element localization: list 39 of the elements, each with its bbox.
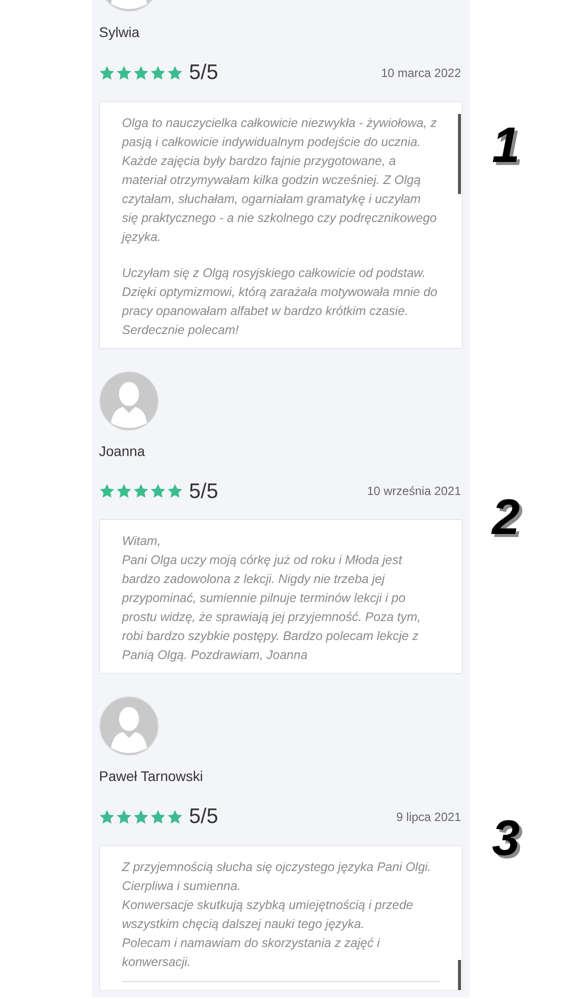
rating-score: 5/5 bbox=[189, 60, 218, 86]
scrollbar-thumb[interactable] bbox=[458, 960, 461, 990]
reviewer-name: Sylwia bbox=[99, 23, 140, 42]
star-icon bbox=[133, 483, 149, 500]
rating-score: 5/5 bbox=[189, 478, 218, 504]
star-icon bbox=[99, 64, 115, 81]
star-icon bbox=[99, 483, 115, 500]
section-number: 3 bbox=[492, 808, 520, 868]
star-icon bbox=[150, 483, 166, 500]
review-text: Pani Olga uczy moją córkę już od roku i Młoda jest bardzo zadowolona z lekcji. Nigdy nie trzeba jej przypominać, sumiennie pilnuje terminów lekcji i po prostu widzę, że sprawiają jej przyjemność. Poza tym, robi bardzo szybkie postępy. Bardzo polecam lekcje z Panią Olgą. Pozdrawiam, Joanna bbox=[122, 552, 422, 664]
star-icon bbox=[150, 808, 166, 825]
star-icon bbox=[167, 808, 183, 825]
review-date: 9 lipca 2021 bbox=[396, 808, 461, 826]
review-text: Uczyłam się z Olgą rosyjskiego całkowicie od podstaw. Dzięki optymizmowi, którą zarażała motywowała mnie do pracy opanowałam alfabet w bardzo krótkim czasie. Serdecznie polecam! bbox=[122, 264, 438, 339]
avatar-icon bbox=[99, 370, 159, 430]
section-number: 1 bbox=[492, 116, 520, 175]
review-text: Polecam i namawiam do skorzystania z zajęć i konwersacji. bbox=[122, 934, 381, 971]
review-date: 10 września 2021 bbox=[366, 483, 461, 500]
star-icon bbox=[116, 483, 132, 500]
avatar-icon bbox=[99, 696, 159, 756]
rating-score: 5/5 bbox=[189, 804, 218, 830]
star-icon bbox=[133, 808, 149, 825]
review-date: 10 marca 2022 bbox=[380, 64, 461, 82]
review-text: Konwersacje skutkują szybką umiejętnością i przede wszystkim chęcią dalszej nauki tego języka. bbox=[122, 896, 414, 933]
star-icon bbox=[167, 483, 183, 500]
star-icon bbox=[133, 64, 149, 81]
review-text: Cierpliwa i sumienna. bbox=[122, 878, 242, 895]
reviewer-name: Paweł Tarnowski bbox=[99, 767, 204, 786]
review-text: Witam, bbox=[122, 533, 162, 550]
star-icon bbox=[99, 808, 115, 825]
review-text: Olga to nauczycielka całkowicie niezwykła - żywiołowa, z pasją i całkowicie indywidualnym podejście do ucznia. Każde zajęcia były bardzo fajnie przygotowane, a materiał otrzymywałam kilka godzin wcześniej. Z Olgą czytałam, słuchałam, ogarniałam gramatykę i uczyłam się praktycznego - a nie szkolnego czy podręcznikowego języka. bbox=[122, 114, 438, 246]
review-text: Z przyjemnością słucha się ojczystego języka Pani Olgi. bbox=[122, 858, 432, 876]
reviewer-name: Joanna bbox=[99, 442, 146, 460]
star-icon bbox=[116, 64, 132, 81]
section-number: 2 bbox=[492, 488, 520, 547]
scrollbar-thumb[interactable] bbox=[458, 114, 461, 194]
star-icon bbox=[150, 64, 166, 81]
star-icon bbox=[116, 808, 132, 825]
star-icon bbox=[167, 64, 183, 81]
